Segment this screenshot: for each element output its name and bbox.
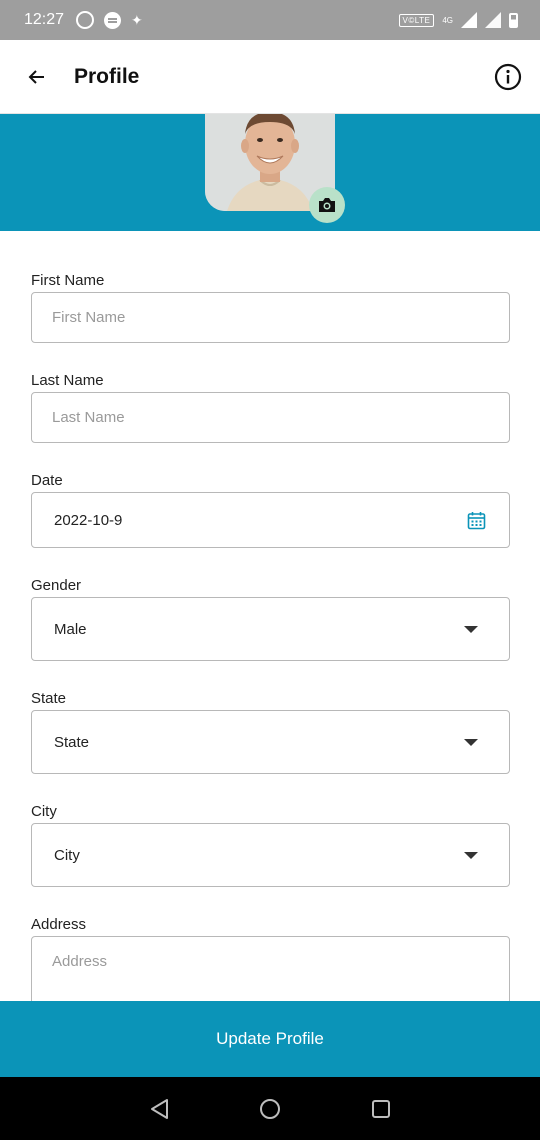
gender-value: Male	[54, 620, 87, 638]
state-value: State	[54, 733, 90, 751]
back-button[interactable]	[12, 52, 62, 102]
city-label: City	[31, 803, 57, 820]
dropdown-arrow-icon	[464, 626, 478, 633]
last-name-field[interactable]	[31, 392, 510, 443]
nav-recents-icon	[372, 1100, 390, 1118]
city-dropdown[interactable]: City	[31, 823, 510, 887]
first-name-field[interactable]	[31, 292, 510, 343]
nav-recents-button[interactable]	[369, 1097, 393, 1121]
system-nav-bar	[0, 1077, 540, 1140]
nav-home-button[interactable]	[258, 1097, 282, 1121]
nav-home-icon	[260, 1099, 280, 1119]
dropdown-arrow-icon	[464, 739, 478, 746]
app-bar: Profile	[0, 40, 540, 114]
date-field[interactable]: 2022-10-9	[31, 492, 510, 548]
last-name-label: Last Name	[31, 372, 104, 389]
first-name-label: First Name	[31, 272, 105, 289]
update-profile-button[interactable]: Update Profile	[0, 1001, 540, 1077]
gender-dropdown[interactable]: Male	[31, 597, 510, 661]
status-bar: 12:27 ✦ V©LTE 4G	[0, 0, 540, 40]
message-icon	[104, 11, 122, 29]
dropdown-arrow-icon	[464, 852, 478, 859]
nav-back-icon	[151, 1099, 168, 1119]
address-input[interactable]	[52, 953, 509, 970]
date-label: Date	[31, 472, 63, 489]
spark-icon: ✦	[131, 12, 143, 28]
whatsapp-icon	[76, 11, 95, 29]
battery-icon	[509, 12, 518, 28]
network-type: 4G	[442, 15, 453, 25]
city-value: City	[54, 846, 80, 864]
profile-header	[0, 114, 540, 231]
status-system-icons: V©LTE 4G	[398, 12, 518, 28]
address-label: Address	[31, 916, 87, 933]
state-label: State	[31, 690, 67, 707]
nav-back-button[interactable]	[148, 1097, 172, 1121]
info-button[interactable]	[494, 63, 522, 91]
signal-icon	[461, 12, 477, 28]
calendar-icon[interactable]	[467, 511, 486, 530]
camera-icon	[319, 198, 335, 212]
info-icon	[494, 63, 522, 90]
date-value: 2022-10-9	[54, 511, 123, 529]
status-notification-icons: ✦	[76, 11, 143, 29]
volte-badge: V©LTE	[398, 13, 435, 27]
wifi-signal-icon	[485, 12, 501, 28]
last-name-input[interactable]	[52, 409, 509, 426]
page-title: Profile	[74, 64, 140, 88]
state-dropdown[interactable]: State	[31, 710, 510, 774]
gender-label: Gender	[31, 577, 82, 594]
first-name-input[interactable]	[52, 309, 509, 326]
back-arrow-icon	[28, 69, 44, 84]
status-time: 12:27	[24, 11, 65, 28]
change-photo-button[interactable]	[309, 187, 345, 223]
